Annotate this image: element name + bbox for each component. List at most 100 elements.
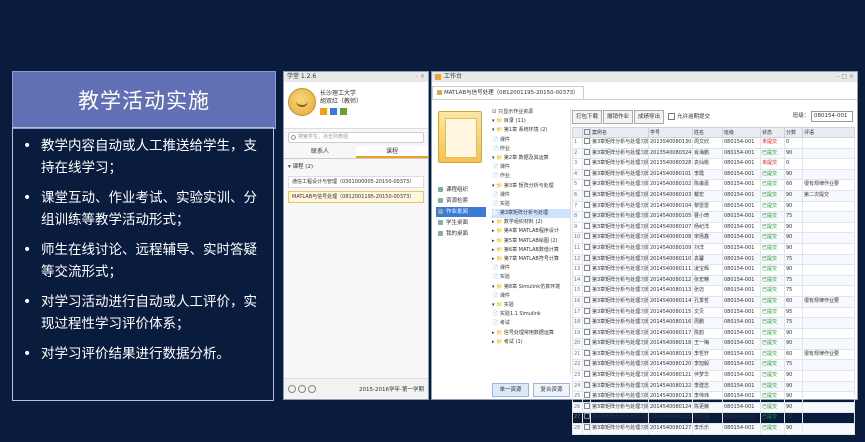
row-checkbox-box[interactable] bbox=[584, 286, 590, 293]
tree-node[interactable]: 📄 考试 bbox=[492, 319, 570, 328]
column-header[interactable] bbox=[582, 127, 591, 138]
row-checkbox-box[interactable] bbox=[584, 149, 590, 155]
allow-late-checkbox[interactable]: 允许逾期提交 bbox=[668, 112, 710, 120]
column-header[interactable]: 评语 bbox=[802, 127, 855, 138]
row-checkbox-box[interactable] bbox=[584, 350, 590, 356]
table-row[interactable]: 15 第3章矩阵分析与处理习题1 2014540080113 张迈 080154-001… bbox=[572, 285, 855, 297]
nav-item-homework-review[interactable]: 作业批阅 bbox=[436, 207, 486, 217]
class-select[interactable]: 080154-001 bbox=[811, 111, 853, 122]
row-checkbox-box[interactable] bbox=[584, 382, 590, 388]
row-checkbox[interactable] bbox=[582, 359, 591, 372]
table-row[interactable]: 4 第3章矩阵分析与处理习题1 2014540080101 李霞 080154-001 已… bbox=[572, 168, 855, 181]
row-checkbox-box[interactable] bbox=[584, 265, 590, 272]
row-checkbox[interactable] bbox=[582, 200, 591, 213]
row-checkbox-box[interactable] bbox=[584, 297, 590, 303]
row-checkbox[interactable] bbox=[582, 253, 591, 266]
row-checkbox-box[interactable] bbox=[584, 360, 590, 367]
row-checkbox-box[interactable] bbox=[584, 159, 590, 166]
table-row[interactable]: 13 第3章矩阵分析与处理习题1 2014540080111 凌宝辉 080154-00… bbox=[572, 264, 855, 276]
table-row[interactable]: 10 第3章矩阵分析与处理习题1 2014540080108 宋扬鑫 080154-00… bbox=[572, 232, 855, 244]
table-row[interactable]: 2 第3章矩阵分析与处理习题1 2013540080324 肖海鹏 080154-001… bbox=[572, 147, 855, 160]
row-checkbox[interactable] bbox=[582, 274, 591, 287]
row-checkbox-box[interactable] bbox=[584, 276, 590, 282]
tree-node[interactable]: 📄 课件 bbox=[492, 264, 570, 273]
row-checkbox-box[interactable] bbox=[584, 413, 590, 420]
table-row[interactable]: 20 第3章矩阵分析与处理习题1 2014540080118 王一梅 080154-00… bbox=[572, 338, 855, 350]
table-row[interactable]: 21 第3章矩阵分析与处理习题1 2014540080119 李哲轩 080154-00… bbox=[572, 348, 855, 361]
row-checkbox-box[interactable] bbox=[584, 307, 590, 314]
table-row[interactable]: 17 第3章矩阵分析与处理习题1 2014540080115 文贝 080154-001… bbox=[572, 306, 855, 319]
table-row[interactable]: 12 第3章矩阵分析与处理习题1 2014540080110 袁馨 080154-001… bbox=[572, 253, 855, 266]
table-row[interactable]: 22 第3章矩阵分析与处理习题1 2014540080120 李旭毅 080154-00… bbox=[572, 359, 855, 372]
tree-node[interactable]: 📄 实验 bbox=[492, 200, 570, 209]
column-header[interactable]: 状态 bbox=[760, 127, 785, 138]
undo-homework-button[interactable]: 撤销作业 bbox=[603, 110, 634, 124]
row-checkbox[interactable] bbox=[582, 168, 591, 181]
nav-item-resource-search[interactable]: 资源检索 bbox=[436, 196, 486, 206]
table-row[interactable]: 16 第3章矩阵分析与处理习题1 2014540080114 孔季哲 080154-00… bbox=[572, 295, 855, 308]
row-checkbox-box[interactable] bbox=[584, 329, 590, 335]
export-grades-button[interactable]: 成绩导出 bbox=[634, 110, 665, 124]
row-checkbox[interactable] bbox=[582, 264, 591, 276]
tree-node[interactable]: 📄 第3章矩阵分析与处理 bbox=[492, 209, 570, 219]
tree-node[interactable]: 📄 作业 bbox=[492, 145, 570, 154]
row-checkbox-box[interactable] bbox=[584, 254, 590, 261]
nav-item-my-desktop[interactable]: 我的桌面 bbox=[436, 229, 486, 239]
row-checkbox-box[interactable] bbox=[584, 233, 590, 240]
row-checkbox-box[interactable] bbox=[584, 170, 590, 176]
table-row[interactable]: 25 第3章矩阵分析与处理习题1 2014540080123 李伟玮 080154-00… bbox=[572, 391, 855, 403]
row-checkbox[interactable] bbox=[582, 211, 591, 223]
only-homework-checkbox[interactable]: ☑ 只显示作业资源 bbox=[492, 108, 570, 117]
row-checkbox[interactable] bbox=[582, 295, 591, 308]
tree-node[interactable]: 📄 课件 bbox=[492, 292, 570, 301]
table-row[interactable]: 26 第3章矩阵分析与处理习题1 2014540080124 陈更薇 080154-00… bbox=[572, 401, 855, 414]
row-checkbox-box[interactable] bbox=[584, 191, 590, 197]
row-checkbox[interactable] bbox=[582, 423, 591, 435]
column-header[interactable]: 班级 bbox=[722, 127, 761, 138]
row-checkbox-box[interactable] bbox=[584, 180, 590, 187]
column-header[interactable]: 分数 bbox=[784, 127, 803, 138]
row-checkbox[interactable] bbox=[582, 221, 591, 234]
row-checkbox[interactable] bbox=[582, 317, 591, 329]
row-checkbox[interactable] bbox=[582, 179, 591, 191]
table-row[interactable]: 11 第3章矩阵分析与处理习题1 2014540080109 刘洋 080154-001… bbox=[572, 242, 855, 255]
tree-node[interactable]: ▸ 📁 信号处理常用数据运算 bbox=[492, 329, 570, 338]
table-row[interactable]: 28 第3章矩阵分析与处理习题1 2014540080127 李乐乐 080154-00… bbox=[572, 423, 855, 435]
course-tab[interactable]: MATLAB与信号处理（0812001195-20150-00373） bbox=[432, 86, 584, 99]
row-checkbox-box[interactable] bbox=[584, 392, 590, 399]
tab-courses[interactable]: 课程 bbox=[356, 146, 428, 158]
table-row[interactable]: 5 第3章矩阵分析与处理习题1 2014540080102 陈甫嘉 080154-001… bbox=[572, 179, 855, 191]
tree-node[interactable]: ▸ 📁 第5章 MATLAB绘图 (2) bbox=[492, 237, 570, 246]
download-button[interactable]: 打包下载 bbox=[572, 110, 603, 124]
avatar[interactable] bbox=[288, 88, 316, 116]
tree-node[interactable]: 📄 课件 bbox=[492, 191, 570, 200]
row-checkbox[interactable] bbox=[582, 370, 591, 382]
single-resource-button[interactable]: 单一资源 bbox=[492, 383, 529, 397]
row-checkbox-box[interactable] bbox=[584, 318, 590, 325]
tree-node[interactable]: 📄 实验 bbox=[492, 273, 570, 282]
composite-resource-button[interactable]: 复合资源 bbox=[533, 383, 570, 397]
row-checkbox[interactable] bbox=[582, 401, 591, 414]
course-group-header[interactable]: ▾ 课程 (2) bbox=[284, 159, 428, 173]
home-icon[interactable] bbox=[288, 385, 296, 393]
tree-node[interactable]: ▾ 📁 第8章 Simulink仿真环境 bbox=[492, 283, 570, 292]
row-checkbox-box[interactable] bbox=[584, 403, 590, 409]
row-checkbox[interactable] bbox=[582, 285, 591, 297]
row-checkbox[interactable] bbox=[582, 348, 591, 361]
row-checkbox-box[interactable] bbox=[584, 202, 590, 208]
table-row[interactable]: 27 第3章矩阵分析与处理习题1 2014540080125 陆红珠 080154-00… bbox=[572, 412, 855, 425]
tree-node[interactable]: ▸ 📁 数学组织材料 (2) bbox=[492, 218, 570, 227]
row-checkbox-box[interactable] bbox=[584, 339, 590, 346]
row-checkbox-box[interactable] bbox=[584, 244, 590, 250]
window-controls-icon[interactable]: – □ × bbox=[836, 72, 854, 82]
tree-node[interactable]: 📄 课件 bbox=[492, 136, 570, 145]
window-controls-icon[interactable]: – × bbox=[415, 72, 425, 82]
tree-node[interactable]: ▾ 📁 实验 bbox=[492, 301, 570, 310]
course-item[interactable]: MATLAB与信号处理（0812001195-20150-00373） bbox=[288, 191, 424, 203]
table-row[interactable]: 23 第3章矩阵分析与处理习题1 2014540080121 伴梦华 080154-00… bbox=[572, 370, 855, 382]
row-checkbox[interactable] bbox=[582, 137, 591, 149]
column-header[interactable]: 学号 bbox=[648, 127, 693, 138]
row-checkbox-box[interactable] bbox=[584, 424, 590, 431]
row-checkbox[interactable] bbox=[582, 391, 591, 403]
table-row[interactable]: 6 第3章矩阵分析与处理习题1 2014540080103 戴宏 080154-001 已… bbox=[572, 189, 855, 202]
